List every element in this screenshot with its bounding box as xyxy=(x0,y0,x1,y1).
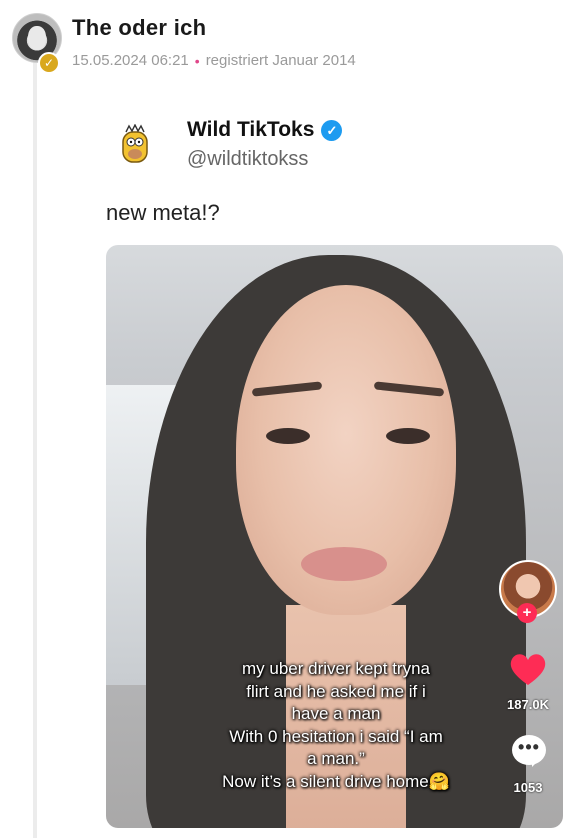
lips xyxy=(301,547,387,581)
caption-line: have a man xyxy=(291,704,381,723)
caption-line: flirt and he asked me if i xyxy=(246,681,426,701)
likes-count: 187.0K xyxy=(507,697,549,712)
heart-icon[interactable] xyxy=(508,651,548,687)
tweet-avatar[interactable] xyxy=(120,124,150,166)
tweet-handle[interactable]: @wildtiktokss xyxy=(187,148,308,171)
tweet-author[interactable]: Wild TikToks ✓ xyxy=(187,118,343,142)
follow-plus-icon[interactable]: + xyxy=(517,603,537,623)
tweet-author-name: Wild TikToks xyxy=(187,118,315,141)
post-meta: 15.05.2024 06:21 • registriert Januar 20… xyxy=(72,52,356,69)
avatar-face xyxy=(28,26,46,50)
check-icon: ✓ xyxy=(38,52,60,74)
comment-bubble-icon[interactable]: ••• xyxy=(512,735,546,767)
caption-line: my uber driver kept tryna xyxy=(241,659,430,678)
video-caption: my uber driver kept tryna flirt and he a… xyxy=(146,658,526,793)
comment-dots: ••• xyxy=(518,737,540,757)
comments-count: 1053 xyxy=(513,780,543,795)
right-eye xyxy=(386,428,430,444)
thread-line xyxy=(33,62,37,838)
post-date: 15.05.2024 06:21 xyxy=(72,52,189,69)
registration-info: registriert Januar 2014 xyxy=(205,52,356,69)
caption-line: With 0 hesitation i said “I am xyxy=(229,726,443,746)
caption-line: a man.” xyxy=(307,749,365,768)
verified-check-icon: ✓ xyxy=(321,119,343,141)
left-eye xyxy=(266,428,310,444)
author-name[interactable]: The oder ich xyxy=(72,15,206,41)
separator-dot: • xyxy=(194,52,200,69)
tweet-text: new meta!? xyxy=(106,200,220,225)
video-frame[interactable]: my uber driver kept tryna flirt and he a… xyxy=(106,245,563,828)
caption-line: Now it’s a silent drive home🤗 xyxy=(222,771,450,791)
